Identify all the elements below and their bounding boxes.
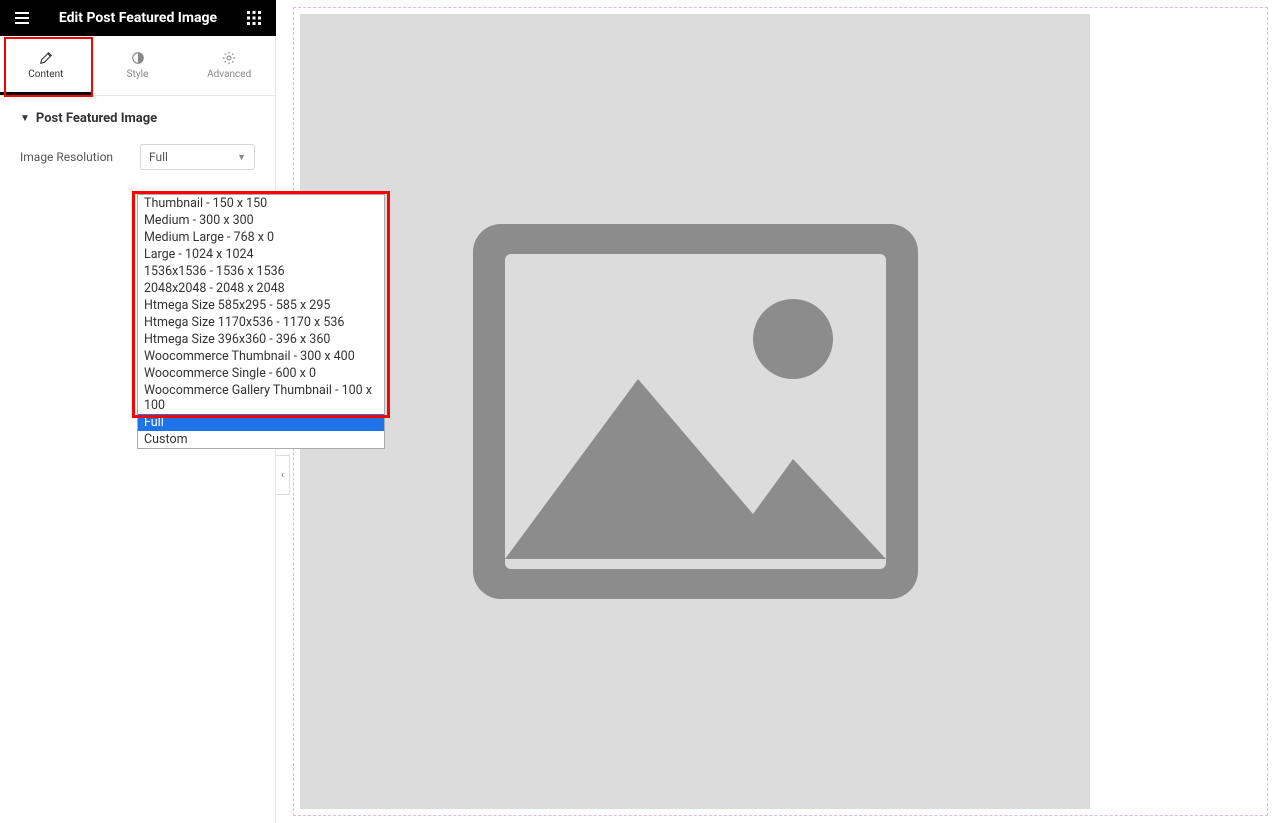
editor-canvas[interactable] xyxy=(293,7,1268,816)
image-resolution-value: Full xyxy=(149,150,168,164)
featured-image-widget[interactable] xyxy=(300,14,1090,809)
widgets-button[interactable] xyxy=(242,6,266,30)
dropdown-option[interactable]: Woocommerce Gallery Thumbnail - 100 x 10… xyxy=(138,382,384,414)
dropdown-option[interactable]: Medium - 300 x 300 xyxy=(138,212,384,229)
menu-button[interactable] xyxy=(10,6,34,30)
image-resolution-label: Image Resolution xyxy=(20,150,130,164)
dropdown-option[interactable]: Thumbnail - 150 x 150 xyxy=(138,195,384,212)
section-toggle-featured-image[interactable]: ▼ Post Featured Image xyxy=(0,96,275,136)
hamburger-icon xyxy=(14,10,30,26)
tab-advanced[interactable]: Advanced xyxy=(183,36,275,95)
tab-content-label: Content xyxy=(28,69,63,80)
caret-down-icon: ▼ xyxy=(20,113,30,124)
dropdown-option[interactable]: Woocommerce Thumbnail - 300 x 400 xyxy=(138,348,384,365)
dropdown-option[interactable]: Custom xyxy=(138,431,384,448)
dropdown-option[interactable]: Woocommerce Single - 600 x 0 xyxy=(138,365,384,382)
dropdown-option[interactable]: Large - 1024 x 1024 xyxy=(138,246,384,263)
dropdown-option[interactable]: Htmega Size 585x295 - 585 x 295 xyxy=(138,297,384,314)
editor-topbar: Edit Post Featured Image xyxy=(0,0,276,36)
tab-style-label: Style xyxy=(127,69,149,80)
chevron-down-icon: ▼ xyxy=(237,152,246,163)
tab-content[interactable]: Content xyxy=(0,36,92,95)
dropdown-option[interactable]: Medium Large - 768 x 0 xyxy=(138,229,384,246)
chevron-left-icon: ‹ xyxy=(281,470,284,481)
editor-title: Edit Post Featured Image xyxy=(34,10,242,26)
pencil-icon xyxy=(39,51,53,65)
section-title: Post Featured Image xyxy=(36,111,157,126)
dropdown-option[interactable]: Full xyxy=(138,414,384,431)
dropdown-option[interactable]: 1536x1536 - 1536 x 1536 xyxy=(138,263,384,280)
image-resolution-select[interactable]: Full ▼ xyxy=(140,144,255,170)
dropdown-option[interactable]: 2048x2048 - 2048 x 2048 xyxy=(138,280,384,297)
control-image-resolution: Image Resolution Full ▼ xyxy=(0,136,275,178)
contrast-icon xyxy=(131,51,145,65)
tab-advanced-label: Advanced xyxy=(207,69,251,80)
dropdown-option[interactable]: Htmega Size 396x360 - 396 x 360 xyxy=(138,331,384,348)
sidebar-collapse-handle[interactable]: ‹ xyxy=(276,455,290,495)
grid-icon xyxy=(247,11,261,25)
editor-tabs: Content Style Advanced xyxy=(0,36,275,96)
dropdown-option[interactable]: Htmega Size 1170x536 - 1170 x 536 xyxy=(138,314,384,331)
placeholder-image-icon xyxy=(473,224,918,599)
image-resolution-dropdown: Thumbnail - 150 x 150Medium - 300 x 300M… xyxy=(137,194,385,449)
gear-icon xyxy=(222,51,236,65)
tab-style[interactable]: Style xyxy=(92,36,184,95)
